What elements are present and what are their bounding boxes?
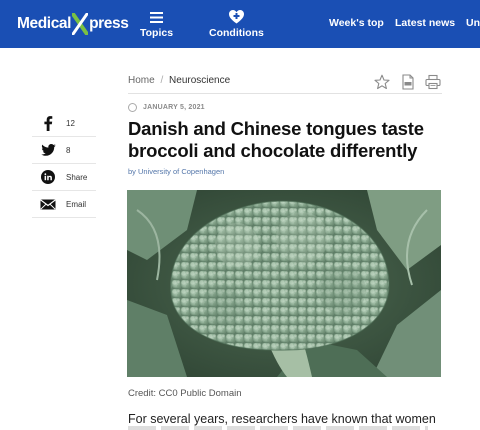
nav-topics[interactable]: Topics — [140, 10, 173, 39]
article-byline[interactable]: by University of Copenhagen — [128, 167, 224, 176]
top-nav-bar: Medical press Topics Conditions Week's t… — [0, 0, 480, 48]
nav-conditions[interactable]: Conditions — [209, 10, 264, 39]
publish-date: JANUARY 5, 2021 — [128, 103, 205, 112]
share-sidebar: 12 8 Share Email — [32, 110, 96, 218]
hamburger-menu-icon — [150, 10, 164, 24]
publish-date-text: JANUARY 5, 2021 — [143, 104, 205, 111]
print-icon[interactable] — [425, 74, 441, 90]
image-credit: Credit: CC0 Public Domain — [128, 388, 242, 399]
site-logo[interactable]: Medical press — [17, 12, 129, 36]
logo-text-medical: Medical — [17, 15, 72, 32]
breadcrumb: Home / Neuroscience — [128, 75, 230, 86]
share-twitter[interactable]: 8 — [32, 137, 96, 164]
email-icon — [36, 198, 60, 210]
logo-x-mark — [71, 12, 90, 36]
star-icon[interactable] — [374, 74, 390, 90]
breadcrumb-home[interactable]: Home — [128, 75, 155, 86]
share-facebook[interactable]: 12 — [32, 110, 96, 137]
article-body-next-line-partial — [128, 426, 428, 430]
article-title: Danish and Chinese tongues taste broccol… — [128, 118, 424, 161]
twitter-count: 8 — [66, 145, 71, 155]
share-linkedin[interactable]: Share — [32, 164, 96, 191]
linkedin-share-label: Share — [66, 172, 88, 182]
nav-topics-label: Topics — [140, 27, 174, 39]
logo-text-press: press — [89, 15, 129, 32]
broccoli-photo — [127, 190, 441, 377]
nav-conditions-label: Conditions — [209, 27, 264, 39]
facebook-icon — [36, 115, 60, 131]
article-hero-image[interactable] — [127, 190, 441, 377]
breadcrumb-current[interactable]: Neuroscience — [169, 75, 230, 86]
email-share-label: Email — [66, 199, 87, 209]
clock-icon — [128, 103, 137, 112]
twitter-icon — [36, 144, 60, 156]
pdf-icon[interactable] — [400, 74, 416, 90]
share-email[interactable]: Email — [32, 191, 96, 218]
linkedin-icon — [36, 170, 60, 184]
medical-cross-icon — [228, 10, 244, 24]
breadcrumb-divider — [128, 93, 442, 94]
facebook-count: 12 — [66, 118, 75, 128]
nav-unread[interactable]: Unr — [466, 17, 480, 29]
breadcrumb-separator: / — [160, 75, 164, 86]
nav-weeks-top[interactable]: Week's top — [329, 17, 384, 29]
nav-latest-news[interactable]: Latest news — [395, 17, 455, 29]
